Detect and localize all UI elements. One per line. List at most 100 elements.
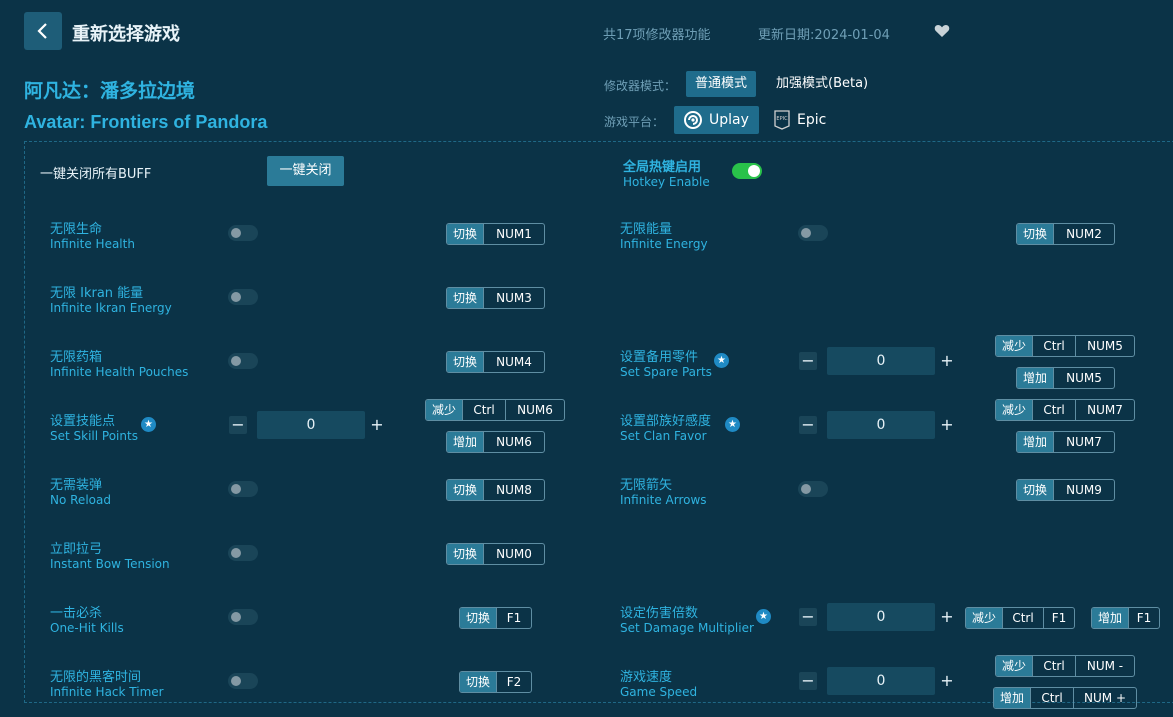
hotkey-key: NUM7 (1053, 432, 1114, 452)
game-speed-increase-button[interactable]: + (938, 672, 956, 690)
hotkey-instant-bow-tension[interactable]: 切换 NUM0 (446, 543, 546, 565)
feature-label-en: No Reload (50, 493, 111, 507)
star-icon: ★ (756, 609, 771, 624)
infinite-hack-timer-toggle[interactable] (228, 673, 258, 689)
feature-label-cn: 无限的黑客时间 (50, 670, 142, 685)
feature-label-en: Infinite Arrows (620, 493, 707, 507)
spare-parts-increase-button[interactable]: + (938, 352, 956, 370)
hotkey-tag: 切换 (447, 224, 484, 244)
epic-icon: EPIC (774, 110, 790, 130)
skill-points-decrease-button[interactable]: − (229, 416, 247, 434)
hotkey-damage-multiplier-decrease[interactable]: 减少 Ctrl F1 (965, 607, 1076, 629)
hotkey-tag: 减少 (966, 608, 1003, 628)
chevron-left-icon (37, 23, 47, 39)
damage-multiplier-input[interactable]: 0 (827, 603, 935, 631)
feature-label-en: Infinite Ikran Energy (50, 301, 172, 315)
normal-mode-button[interactable]: 普通模式 (686, 71, 757, 97)
hotkey-game-speed-decrease[interactable]: 减少 Ctrl NUM - (995, 655, 1136, 677)
hotkey-key: NUM5 (1075, 336, 1134, 356)
damage-multiplier-increase-button[interactable]: + (938, 608, 956, 626)
feature-label-en: Infinite Hack Timer (50, 685, 164, 699)
hotkey-spare-parts-increase[interactable]: 增加 NUM5 (1016, 367, 1116, 389)
feature-count: 共17项修改器功能 (603, 28, 711, 43)
game-speed-input[interactable]: 0 (827, 667, 935, 695)
feature-label-en: One-Hit Kills (50, 621, 124, 635)
instant-bow-tension-toggle[interactable] (228, 545, 258, 561)
update-date: 更新日期:2024-01-04 (758, 28, 890, 43)
favorite-button[interactable] (934, 23, 950, 42)
hotkey-infinite-health[interactable]: 切换 NUM1 (446, 223, 546, 245)
hotkey-tag: 切换 (1017, 480, 1054, 500)
platform-label: 游戏平台： (604, 115, 665, 129)
spare-parts-decrease-button[interactable]: − (799, 352, 817, 370)
feature-label-cn: 设置技能点 (50, 414, 116, 429)
skill-points-input[interactable]: 0 (257, 411, 365, 439)
feature-label-en: Set Clan Favor (620, 429, 707, 443)
clan-favor-input[interactable]: 0 (827, 411, 935, 439)
hotkey-infinite-ikran-energy[interactable]: 切换 NUM3 (446, 287, 546, 309)
hotkey-spare-parts-decrease[interactable]: 减少 Ctrl NUM5 (995, 335, 1136, 357)
hotkey-key: NUM5 (1053, 368, 1114, 388)
hotkey-key: NUM7 (1075, 400, 1134, 420)
hotkey-modifier: Ctrl (1032, 400, 1075, 420)
feature-label-en: Set Skill Points (50, 429, 138, 443)
star-icon: ★ (141, 417, 156, 432)
close-all-button[interactable]: 一键关闭 (267, 156, 344, 186)
hotkey-infinite-arrows[interactable]: 切换 NUM9 (1016, 479, 1116, 501)
hotkey-infinite-health-pouches[interactable]: 切换 NUM4 (446, 351, 546, 373)
hotkey-damage-multiplier-increase[interactable]: 增加 F1 (1091, 607, 1161, 629)
game-title-cn: 阿凡达：潘多拉边境 (24, 80, 196, 102)
hotkey-tag: 切换 (447, 544, 484, 564)
hotkey-key: NUM4 (483, 352, 544, 372)
hotkey-skill-points-increase[interactable]: 增加 NUM6 (446, 431, 546, 453)
hotkey-modifier: Ctrl (1002, 608, 1043, 628)
hotkey-infinite-energy[interactable]: 切换 NUM2 (1016, 223, 1116, 245)
hotkey-key: NUM + (1073, 688, 1136, 708)
back-button[interactable] (24, 12, 62, 50)
hotkey-skill-points-decrease[interactable]: 减少 Ctrl NUM6 (425, 399, 566, 421)
feature-label-cn: 无限生命 (50, 222, 103, 237)
clan-favor-increase-button[interactable]: + (938, 416, 956, 434)
clan-favor-decrease-button[interactable]: − (799, 416, 817, 434)
hotkey-tag: 切换 (1017, 224, 1054, 244)
epic-logo-text: EPIC (776, 116, 788, 122)
hotkey-enable-label-cn: 全局热键启用 (623, 160, 702, 175)
feature-label-en: Game Speed (620, 685, 698, 699)
hotkey-clan-favor-increase[interactable]: 增加 NUM7 (1016, 431, 1116, 453)
platform-epic-button[interactable]: EPIC Epic (764, 106, 836, 134)
hotkey-one-hit-kills[interactable]: 切换 F1 (459, 607, 533, 629)
hotkey-modifier: Ctrl (1032, 656, 1075, 676)
infinite-ikran-energy-toggle[interactable] (228, 289, 258, 305)
infinite-arrows-toggle[interactable] (798, 481, 828, 497)
hotkey-key: NUM0 (483, 544, 544, 564)
infinite-energy-toggle[interactable] (798, 225, 828, 241)
uplay-icon (684, 111, 702, 129)
hotkey-game-speed-increase[interactable]: 增加 Ctrl NUM + (993, 687, 1138, 709)
feature-label-cn: 无限箭矢 (620, 478, 673, 493)
hotkey-no-reload[interactable]: 切换 NUM8 (446, 479, 546, 501)
platform-uplay-label: Uplay (709, 112, 749, 128)
hotkey-enable-toggle[interactable] (732, 163, 762, 179)
hotkey-enable-label-en: Hotkey Enable (623, 175, 710, 189)
hotkey-infinite-hack-timer[interactable]: 切换 F2 (459, 671, 533, 693)
no-reload-toggle[interactable] (228, 481, 258, 497)
skill-points-increase-button[interactable]: + (368, 416, 386, 434)
hotkey-tag: 增加 (1092, 608, 1129, 628)
one-hit-kills-toggle[interactable] (228, 609, 258, 625)
infinite-health-toggle[interactable] (228, 225, 258, 241)
enhanced-mode-button[interactable]: 加强模式(Beta) (767, 71, 877, 97)
hotkey-key: NUM2 (1053, 224, 1114, 244)
platform-uplay-button[interactable]: Uplay (674, 106, 759, 134)
damage-multiplier-decrease-button[interactable]: − (799, 608, 817, 626)
star-icon: ★ (725, 417, 740, 432)
feature-label-cn: 无限 Ikran 能量 (50, 286, 144, 301)
hotkey-tag: 增加 (447, 432, 484, 452)
hotkey-tag: 切换 (447, 288, 484, 308)
hotkey-key: NUM3 (483, 288, 544, 308)
hotkey-clan-favor-decrease[interactable]: 减少 Ctrl NUM7 (995, 399, 1136, 421)
infinite-health-pouches-toggle[interactable] (228, 353, 258, 369)
game-speed-decrease-button[interactable]: − (799, 672, 817, 690)
feature-label-cn: 无限能量 (620, 222, 673, 237)
spare-parts-input[interactable]: 0 (827, 347, 935, 375)
hotkey-tag: 增加 (994, 688, 1031, 708)
